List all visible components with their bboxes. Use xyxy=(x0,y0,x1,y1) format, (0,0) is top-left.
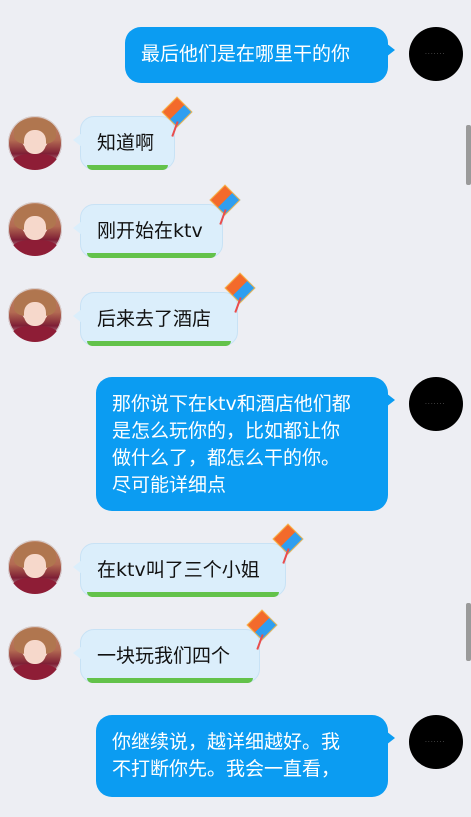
avatar-face xyxy=(24,216,46,240)
my-message-bubble[interactable]: 最后他们是在哪里干的你 xyxy=(125,27,395,83)
contact-avatar[interactable] xyxy=(8,202,62,256)
contact-avatar[interactable] xyxy=(8,540,62,594)
my-avatar[interactable]: ······· xyxy=(409,27,463,81)
avatar-coat xyxy=(12,240,58,256)
grass-decoration xyxy=(87,341,231,346)
contact-message-bubble[interactable]: 知道啊 xyxy=(73,96,193,170)
message-text: 刚开始在ktv xyxy=(97,220,203,242)
contact-message-bubble[interactable]: 刚开始在ktv xyxy=(73,184,241,258)
avatar-face xyxy=(24,640,46,664)
contact-avatar[interactable] xyxy=(8,116,62,170)
avatar-coat xyxy=(12,664,58,680)
message-text: 最后他们是在哪里干的你 xyxy=(141,43,351,65)
avatar-face xyxy=(24,130,46,154)
scrollbar-thumb[interactable] xyxy=(466,125,471,185)
contact-message-bubble[interactable]: 一块玩我们四个 xyxy=(73,609,278,683)
contact-avatar[interactable] xyxy=(8,626,62,680)
avatar-coat xyxy=(12,154,58,170)
contact-avatar[interactable] xyxy=(8,288,62,342)
message-text: 知道啊 xyxy=(97,132,155,154)
contact-message-bubble[interactable]: 后来去了酒店 xyxy=(73,272,256,346)
grass-decoration xyxy=(87,253,216,258)
my-avatar[interactable]: ······· xyxy=(409,715,463,769)
message-text: 那你说下在ktv和酒店他们都 是怎么玩你的，比如都让你 做什么了，都怎么干的你。… xyxy=(112,393,351,496)
grass-decoration xyxy=(87,678,253,683)
avatar-placeholder-icon: ······· xyxy=(425,51,446,58)
avatar-placeholder-icon: ······· xyxy=(425,739,446,746)
message-text: 在ktv叫了三个小姐 xyxy=(97,559,260,581)
my-message-bubble[interactable]: 你继续说，越详细越好。我 不打断你先。我会一直看， xyxy=(96,715,395,797)
message-text: 你继续说，越详细越好。我 不打断你先。我会一直看， xyxy=(112,731,341,780)
avatar-coat xyxy=(12,326,58,342)
chat-thread: 最后他们是在哪里干的你 ······· 知道啊 刚开始在ktv 后来去了酒店 那… xyxy=(0,0,471,817)
avatar-face xyxy=(24,302,46,326)
message-text: 一块玩我们四个 xyxy=(97,645,231,667)
grass-decoration xyxy=(87,165,168,170)
grass-decoration xyxy=(87,592,279,597)
message-text: 后来去了酒店 xyxy=(97,308,212,330)
scrollbar-thumb[interactable] xyxy=(466,603,471,661)
my-avatar[interactable]: ······· xyxy=(409,377,463,431)
my-message-bubble[interactable]: 那你说下在ktv和酒店他们都 是怎么玩你的，比如都让你 做什么了，都怎么干的你。… xyxy=(96,377,395,511)
contact-message-bubble[interactable]: 在ktv叫了三个小姐 xyxy=(73,523,304,597)
avatar-placeholder-icon: ······· xyxy=(425,401,446,408)
avatar-coat xyxy=(12,578,58,594)
avatar-face xyxy=(24,554,46,578)
